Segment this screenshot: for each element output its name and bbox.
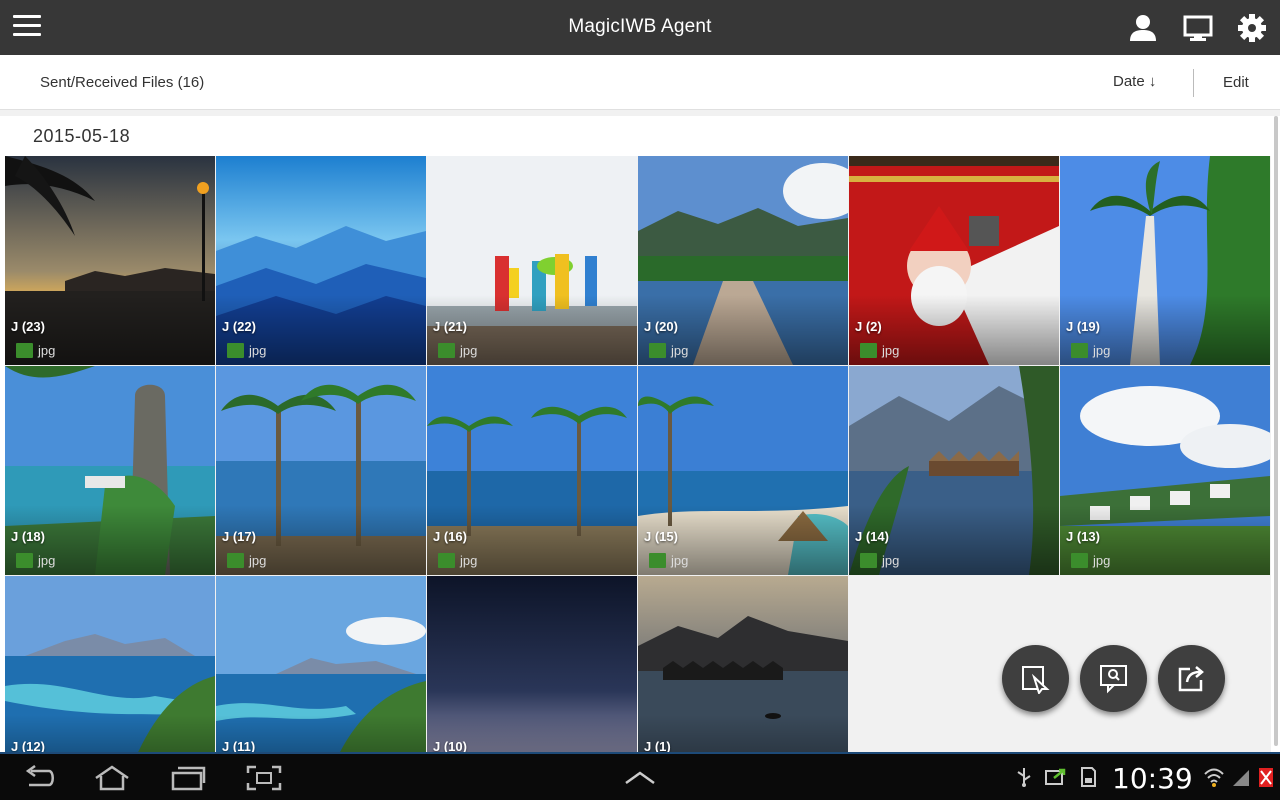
- file-tile[interactable]: J (11) jpg: [216, 576, 426, 752]
- view-fab-button[interactable]: [1080, 645, 1147, 712]
- file-extension: jpg: [671, 343, 689, 358]
- file-name: J (22): [222, 319, 256, 334]
- app-root: MagicIWB Agent Sent/Received Files (16) …: [0, 0, 1280, 800]
- system-bar: 10:39: [0, 752, 1280, 800]
- edit-button[interactable]: Edit: [1223, 74, 1249, 91]
- image-file-icon: [1071, 343, 1088, 358]
- file-name: J (10): [433, 739, 467, 752]
- file-extension: jpg: [882, 553, 900, 568]
- file-extension: jpg: [249, 343, 267, 358]
- signal-icon: [1233, 770, 1249, 786]
- file-tile[interactable]: J (22) jpg: [216, 156, 426, 365]
- image-file-icon: [649, 343, 666, 358]
- file-extension: jpg: [882, 343, 900, 358]
- file-extension: jpg: [249, 553, 267, 568]
- file-name: J (18): [11, 529, 45, 544]
- image-file-icon: [438, 553, 455, 568]
- app-title: MagicIWB Agent: [568, 16, 712, 37]
- files-count-label: Sent/Received Files (16): [40, 74, 205, 91]
- image-file-icon: [1071, 553, 1088, 568]
- share-icon: [1178, 666, 1204, 692]
- image-file-icon: [649, 553, 666, 568]
- file-tile[interactable]: J (18) jpg: [5, 366, 215, 575]
- image-file-icon: [227, 343, 244, 358]
- clock: 10:39: [1112, 762, 1193, 795]
- image-file-icon: [16, 553, 33, 568]
- file-name: J (20): [644, 319, 678, 334]
- share-fab-button[interactable]: [1158, 645, 1225, 712]
- file-name: J (2): [855, 319, 882, 334]
- file-tile[interactable]: J (10) jpg: [427, 576, 637, 752]
- file-name: J (23): [11, 319, 45, 334]
- file-extension: jpg: [38, 553, 56, 568]
- date-group-header: 2015-05-18: [33, 126, 131, 146]
- file-tile[interactable]: J (21) jpg: [427, 156, 637, 365]
- file-name: J (11): [222, 739, 256, 752]
- file-name: J (16): [433, 529, 467, 544]
- file-name: J (21): [433, 319, 467, 334]
- file-tile[interactable]: J (19) jpg: [1060, 156, 1270, 365]
- view-icon: [1100, 665, 1127, 694]
- sd-card-icon: [1081, 767, 1096, 787]
- select-icon: [1022, 666, 1050, 694]
- sort-date-button[interactable]: Date ↓: [1113, 73, 1156, 90]
- file-name: J (12): [11, 739, 45, 752]
- image-file-icon: [16, 343, 33, 358]
- sync-icon: [1045, 768, 1066, 785]
- usb-icon: [1017, 768, 1031, 787]
- title-bar: MagicIWB Agent: [0, 0, 1280, 55]
- file-tile[interactable]: J (23) jpg: [5, 156, 215, 365]
- screenshot-icon[interactable]: [246, 765, 282, 791]
- file-tile[interactable]: J (20) jpg: [638, 156, 848, 365]
- user-icon[interactable]: [1127, 12, 1159, 44]
- file-tile[interactable]: J (15) jpg: [638, 366, 848, 575]
- file-extension: jpg: [460, 343, 478, 358]
- scrollbar[interactable]: [1274, 116, 1278, 746]
- file-tile[interactable]: J (2) jpg: [849, 156, 1059, 365]
- thumbnail-grid: J (23) jpg J (22) jpg J (21) jpg J (20) …: [5, 156, 1271, 752]
- file-extension: jpg: [38, 343, 56, 358]
- file-tile[interactable]: J (14) jpg: [849, 366, 1059, 575]
- chevron-up-icon[interactable]: [622, 765, 658, 791]
- wifi-icon: [1204, 768, 1224, 787]
- file-name: J (13): [1066, 529, 1100, 544]
- image-file-icon: [227, 553, 244, 568]
- image-file-icon: [860, 343, 877, 358]
- recent-apps-icon[interactable]: [170, 765, 206, 791]
- file-name: J (15): [644, 529, 678, 544]
- gear-icon[interactable]: [1236, 12, 1268, 44]
- file-extension: jpg: [1093, 343, 1111, 358]
- file-name: J (17): [222, 529, 256, 544]
- file-tile[interactable]: J (13) jpg: [1060, 366, 1270, 575]
- header-divider: [1193, 69, 1194, 97]
- files-header: Sent/Received Files (16) Date ↓ Edit: [0, 55, 1280, 110]
- battery-icon: [1259, 768, 1273, 787]
- home-icon[interactable]: [94, 765, 130, 791]
- file-extension: jpg: [460, 553, 478, 568]
- file-name: J (1): [644, 739, 671, 752]
- file-name: J (14): [855, 529, 889, 544]
- image-file-icon: [438, 343, 455, 358]
- image-file-icon: [860, 553, 877, 568]
- file-tile[interactable]: J (16) jpg: [427, 366, 637, 575]
- file-name: J (19): [1066, 319, 1100, 334]
- file-tile[interactable]: J (17) jpg: [216, 366, 426, 575]
- file-tile[interactable]: J (12) jpg: [5, 576, 215, 752]
- monitor-icon[interactable]: [1182, 12, 1214, 44]
- file-tile[interactable]: J (1) jpg: [638, 576, 848, 752]
- file-extension: jpg: [671, 553, 689, 568]
- back-icon[interactable]: [21, 765, 57, 791]
- file-extension: jpg: [1093, 553, 1111, 568]
- select-fab-button[interactable]: [1002, 645, 1069, 712]
